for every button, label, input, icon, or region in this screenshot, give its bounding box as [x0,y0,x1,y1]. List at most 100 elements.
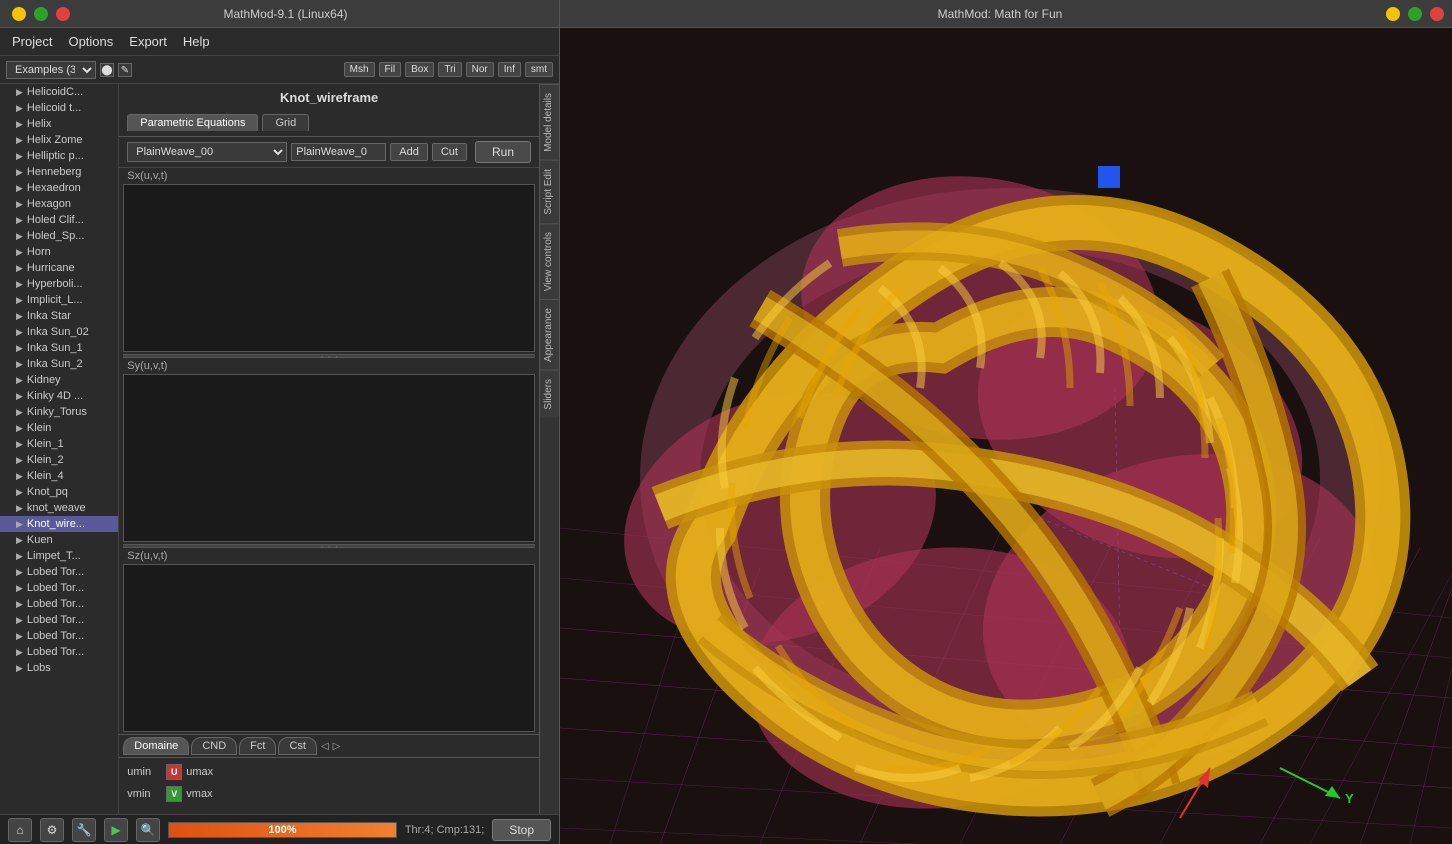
side-tab-view-controls[interactable]: View controls [540,223,559,299]
list-item[interactable]: ▶Klein [0,420,118,436]
btab-cnd[interactable]: CND [191,737,237,755]
list-item[interactable]: ▶Holed_Sp... [0,228,118,244]
menu-project[interactable]: Project [4,32,60,51]
btn-nor[interactable]: Nor [466,62,494,77]
list-item-knot-wireframe[interactable]: ▶Knot_wire... [0,516,118,532]
minimize-button[interactable] [12,7,26,21]
next-tab-arrow[interactable]: ▷ [331,741,343,752]
side-tab-appearance[interactable]: Appearance [540,299,559,370]
progress-percentage: 100% [169,824,396,836]
list-item[interactable]: ▶Implicit_L... [0,292,118,308]
list-item[interactable]: ▶Lobed Tor... [0,564,118,580]
menu-options[interactable]: Options [60,32,121,51]
left-title-bar: MathMod-9.1 (Linux64) [0,0,559,28]
list-item[interactable]: ▶Helix Zome [0,132,118,148]
progress-bar: 100% [168,822,397,838]
list-item[interactable]: ▶Hyperboli... [0,276,118,292]
vmin-label: vmin [127,788,162,800]
editor-title: Knot_wireframe [119,84,539,109]
list-item[interactable]: ▶Kinky 4D ... [0,388,118,404]
btn-inf[interactable]: Inf [498,62,521,77]
list-item[interactable]: ▶Klein_2 [0,452,118,468]
formula-name-input[interactable] [291,143,386,161]
close-button[interactable] [56,7,70,21]
examples-dropdown[interactable]: Examples (358) [6,61,96,79]
list-item[interactable]: ▶Inka Sun_02 [0,324,118,340]
list-item-hurricane[interactable]: ▶Hurricane [0,260,118,276]
list-item[interactable]: ▶Kinky_Torus [0,404,118,420]
vp-minimize-button[interactable] [1386,7,1400,21]
stop-button[interactable]: Stop [492,819,551,841]
sx-textarea[interactable] [123,184,535,352]
list-item[interactable]: ▶Hexaedron [0,180,118,196]
formula-dropdown[interactable]: PlainWeave_00 [127,142,287,162]
list-item[interactable]: ▶Klein_1 [0,436,118,452]
btn-fil[interactable]: Fil [379,62,402,77]
vp-close-button[interactable] [1430,7,1444,21]
vmin-color-button[interactable]: V [166,786,182,802]
btn-box[interactable]: Box [405,62,434,77]
list-item[interactable]: ▶Hexagon [0,196,118,212]
btab-cst[interactable]: Cst [278,737,317,755]
list-item[interactable]: ▶Limpet_T... [0,548,118,564]
add-button[interactable]: Add [390,143,428,161]
play-icon[interactable]: ▶ [104,818,128,842]
list-item[interactable]: ▶HelicoidC... [0,84,118,100]
sy-textarea[interactable] [123,374,535,542]
list-item[interactable]: ▶Lobed Tor... [0,596,118,612]
list-item[interactable]: ▶Lobed Tor... [0,612,118,628]
tool-icon[interactable]: 🔧 [72,818,96,842]
list-item[interactable]: ▶Helliptic p... [0,148,118,164]
controls-row: PlainWeave_00 Add Cut Run [119,137,539,168]
cut-button[interactable]: Cut [432,143,467,161]
tab-grid[interactable]: Grid [262,114,309,131]
umin-label: umin [127,766,162,778]
toolbar: Examples (358) ⬤ ✎ Msh Fil Box Tri Nor I… [0,56,559,84]
list-item[interactable]: ▶Kidney [0,372,118,388]
btn-msh[interactable]: Msh [344,62,375,77]
list-item[interactable]: ▶Lobed Tor... [0,644,118,660]
maximize-button[interactable] [34,7,48,21]
side-tab-model-details[interactable]: Model details [540,84,559,160]
vp-maximize-button[interactable] [1408,7,1422,21]
list-item-horn[interactable]: ▶Horn [0,244,118,260]
side-tab-sliders[interactable]: Sliders [540,370,559,418]
prev-tab-arrow[interactable]: ◁ [319,741,331,752]
side-tab-script-edit[interactable]: Script Edit [540,160,559,223]
sz-textarea[interactable] [123,564,535,732]
btn-tri[interactable]: Tri [438,62,461,77]
run-button[interactable]: Run [475,141,531,163]
list-item[interactable]: ▶Inka Sun_1 [0,340,118,356]
tabs-row: Parametric Equations Grid [119,109,539,137]
editor-panel: Model details Script Edit View controls … [119,84,559,814]
list-item[interactable]: ▶Inka Sun_2 [0,356,118,372]
status-text: Thr:4; Cmp:131; [405,824,484,836]
list-item[interactable]: ▶Kuen [0,532,118,548]
list-item[interactable]: ▶knot_weave [0,500,118,516]
3d-viewport[interactable]: Grid = 50×50 = 2500 Poly = 1131162 [560,28,1452,844]
search-icon[interactable]: 🔍 [136,818,160,842]
menu-help[interactable]: Help [175,32,218,51]
list-item[interactable]: ▶Lobs [0,660,118,676]
knot-visualization: Y [560,28,1452,844]
list-item[interactable]: ▶Helix [0,116,118,132]
tab-parametric[interactable]: Parametric Equations [127,114,258,131]
list-item[interactable]: ▶Lobed Tor... [0,628,118,644]
btab-domaine[interactable]: Domaine [123,737,189,755]
umin-color-button[interactable]: U [166,764,182,780]
vmax-label: vmax [186,788,221,800]
btn-smt[interactable]: smt [525,62,553,77]
home-icon[interactable]: ⌂ [8,818,32,842]
edit-icon[interactable]: ✎ [118,63,132,77]
menu-export[interactable]: Export [121,32,175,51]
list-item[interactable]: ▶Knot_pq [0,484,118,500]
list-item[interactable]: ▶Helicoid t... [0,100,118,116]
examples-icon[interactable]: ⬤ [100,63,114,77]
list-item[interactable]: ▶Inka Star [0,308,118,324]
settings-icon[interactable]: ⚙ [40,818,64,842]
list-item[interactable]: ▶Lobed Tor... [0,580,118,596]
list-item[interactable]: ▶Klein_4 [0,468,118,484]
btab-fct[interactable]: Fct [239,737,276,755]
list-item[interactable]: ▶Holed Clif... [0,212,118,228]
list-item[interactable]: ▶Henneberg [0,164,118,180]
